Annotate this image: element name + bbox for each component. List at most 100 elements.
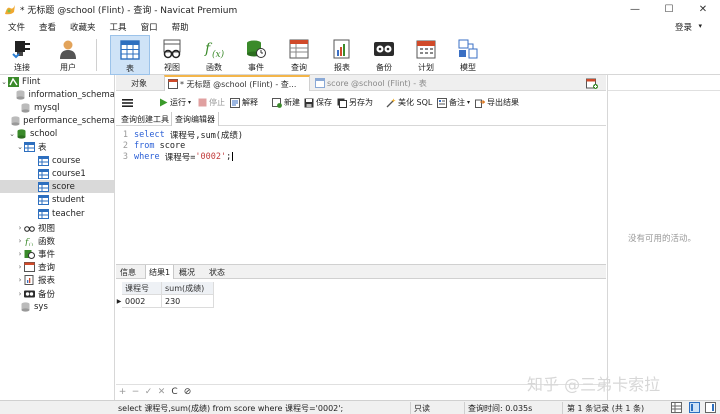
tab-info[interactable]: 信息 xyxy=(117,265,139,279)
schedule-button[interactable]: 计划 xyxy=(406,35,446,75)
close-button[interactable]: ✕ xyxy=(686,0,720,19)
tree-item-performance-schema[interactable]: performance_schema xyxy=(0,114,114,127)
chevron-right-icon[interactable]: › xyxy=(16,250,24,258)
form-view-icon[interactable] xyxy=(689,402,700,413)
new-label: 新建 xyxy=(284,98,300,107)
window-title: * 无标题 @school (Flint) - 查询 - Navicat Pre… xyxy=(20,6,238,16)
new-button[interactable]: 新建 xyxy=(272,96,300,109)
tab-status[interactable]: 状态 xyxy=(206,265,228,279)
explain-button[interactable]: 解释 xyxy=(230,96,258,109)
chevron-down-icon[interactable]: ▾ xyxy=(467,99,470,106)
magic-wand-icon xyxy=(386,98,396,108)
menu-tools[interactable]: 工具 xyxy=(104,21,133,33)
chevron-right-icon[interactable]: › xyxy=(16,237,24,245)
chevron-right-icon[interactable]: › xyxy=(16,224,24,232)
chevron-right-icon[interactable]: › xyxy=(16,276,24,284)
tree-item-score[interactable]: score xyxy=(0,180,114,193)
query-button[interactable]: 查询 xyxy=(279,35,319,75)
refresh-button[interactable]: C xyxy=(168,387,181,397)
stop-button[interactable]: 停止 xyxy=(197,96,225,109)
export-results-button[interactable]: 导出结果 xyxy=(475,96,519,109)
tree-item-course1[interactable]: course1 xyxy=(0,167,114,180)
tab-query-untitled[interactable]: * 无标题 @school (Flint) - 查... xyxy=(164,75,310,91)
column-header[interactable]: 课程号 xyxy=(122,282,162,295)
chevron-right-icon[interactable]: › xyxy=(16,290,24,298)
note-button[interactable]: 备注 ▾ xyxy=(437,96,470,109)
view-button[interactable]: 视图 xyxy=(152,35,192,75)
run-button[interactable]: 运行 ▾ xyxy=(158,96,191,109)
tab-overview[interactable]: 概况 xyxy=(176,265,198,279)
chevron-down-icon[interactable]: ⌄ xyxy=(16,143,24,151)
tab-result1[interactable]: 结果1 xyxy=(145,265,175,279)
delete-record-button[interactable]: − xyxy=(129,387,142,397)
tree-item-student[interactable]: student xyxy=(0,193,114,206)
grid-view-icon[interactable] xyxy=(671,402,682,413)
tree-item-school[interactable]: ⌄ school xyxy=(0,127,114,140)
tree-item-tables[interactable]: ⌄ 表 xyxy=(0,140,114,153)
table-cell[interactable]: 230 xyxy=(162,295,214,308)
tab-objects[interactable]: 对象 xyxy=(128,75,164,91)
menu-window[interactable]: 窗口 xyxy=(135,21,164,33)
add-record-button[interactable]: + xyxy=(116,387,129,397)
model-button[interactable]: 模型 xyxy=(448,35,488,75)
apply-changes-button[interactable]: ✓ xyxy=(142,387,155,397)
tree-item-queries[interactable]: › 查询 xyxy=(0,260,114,273)
tree-item-events[interactable]: › 事件 xyxy=(0,247,114,260)
tab-query-builder[interactable]: 查询创建工具 xyxy=(118,112,172,126)
tree-item-information-schema[interactable]: information_schema xyxy=(0,88,114,101)
chevron-down-icon[interactable]: ⌄ xyxy=(8,130,16,138)
tree-item-reports[interactable]: › 报表 xyxy=(0,273,114,286)
menu-view[interactable]: 查看 xyxy=(33,21,62,33)
column-header-label: sum(成绩) xyxy=(165,283,205,293)
tree-item-teacher[interactable]: teacher xyxy=(0,207,114,220)
chevron-down-icon[interactable]: ⌄ xyxy=(0,78,8,86)
column-header[interactable]: sum(成绩) xyxy=(162,282,214,295)
tree-item-flint[interactable]: ⌄ Flint xyxy=(0,75,114,88)
tab-score-table[interactable]: score @school (Flint) - 表 xyxy=(312,75,442,91)
tree-item-views[interactable]: › 视图 xyxy=(0,221,114,234)
tab-label: 概况 xyxy=(179,267,195,277)
hamburger-menu-button[interactable] xyxy=(122,96,133,109)
save-as-button[interactable]: 另存为 xyxy=(337,96,373,109)
export-icon xyxy=(475,98,485,108)
sql-text: 课程号= xyxy=(159,152,196,163)
table-cell[interactable]: 0002 xyxy=(122,295,162,308)
tab-label: 结果1 xyxy=(149,267,171,277)
new-tab-button[interactable] xyxy=(582,75,602,91)
table-label: 表 xyxy=(126,64,134,73)
tree-item-sys[interactable]: sys xyxy=(0,300,114,313)
report-button[interactable]: 报表 xyxy=(322,35,362,75)
menu-favorites[interactable]: 收藏夹 xyxy=(64,21,102,33)
stop-refresh-button[interactable]: ⊘ xyxy=(181,387,194,397)
tree-item-course[interactable]: course xyxy=(0,154,114,167)
save-button[interactable]: 保存 xyxy=(304,96,332,109)
maximize-button[interactable]: ☐ xyxy=(652,0,686,19)
tab-query-editor[interactable]: 查询编辑器 xyxy=(171,112,219,126)
function-button[interactable]: f (x) 函数 xyxy=(194,35,234,75)
chevron-down-icon[interactable]: ▾ xyxy=(698,22,702,30)
tree-item-backups[interactable]: › 备份 xyxy=(0,287,114,300)
tree-label: course xyxy=(52,155,81,166)
table-button[interactable]: 表 xyxy=(110,35,150,75)
user-button[interactable]: 用户 xyxy=(48,35,88,75)
query-icon xyxy=(24,261,35,272)
sql-editor[interactable]: 1 select 课程号,sum(成绩) 2 from score 3 wher… xyxy=(116,127,606,263)
menu-file[interactable]: 文件 xyxy=(2,21,31,33)
menu-help[interactable]: 帮助 xyxy=(166,21,195,33)
discard-changes-button[interactable]: ✕ xyxy=(155,387,168,397)
tree-label: 查询 xyxy=(38,262,56,273)
minimize-button[interactable]: — xyxy=(618,0,652,19)
beautify-sql-button[interactable]: 美化 SQL xyxy=(386,96,432,109)
chevron-down-icon[interactable]: ▾ xyxy=(188,99,191,106)
login-button[interactable]: 登录 xyxy=(675,21,692,33)
view-glasses-icon xyxy=(24,223,35,233)
text-view-icon[interactable] xyxy=(705,402,716,413)
connect-button[interactable]: 连接 xyxy=(2,35,42,75)
chevron-right-icon[interactable]: › xyxy=(16,263,24,271)
tree-item-functions[interactable]: › f() 函数 xyxy=(0,234,114,247)
tab-label: 查询创建工具 xyxy=(121,114,169,124)
event-button[interactable]: 事件 xyxy=(236,35,276,75)
tree-item-mysql[interactable]: mysql xyxy=(0,101,114,114)
backup-button[interactable]: 备份 xyxy=(364,35,404,75)
user-label: 用户 xyxy=(60,63,76,72)
